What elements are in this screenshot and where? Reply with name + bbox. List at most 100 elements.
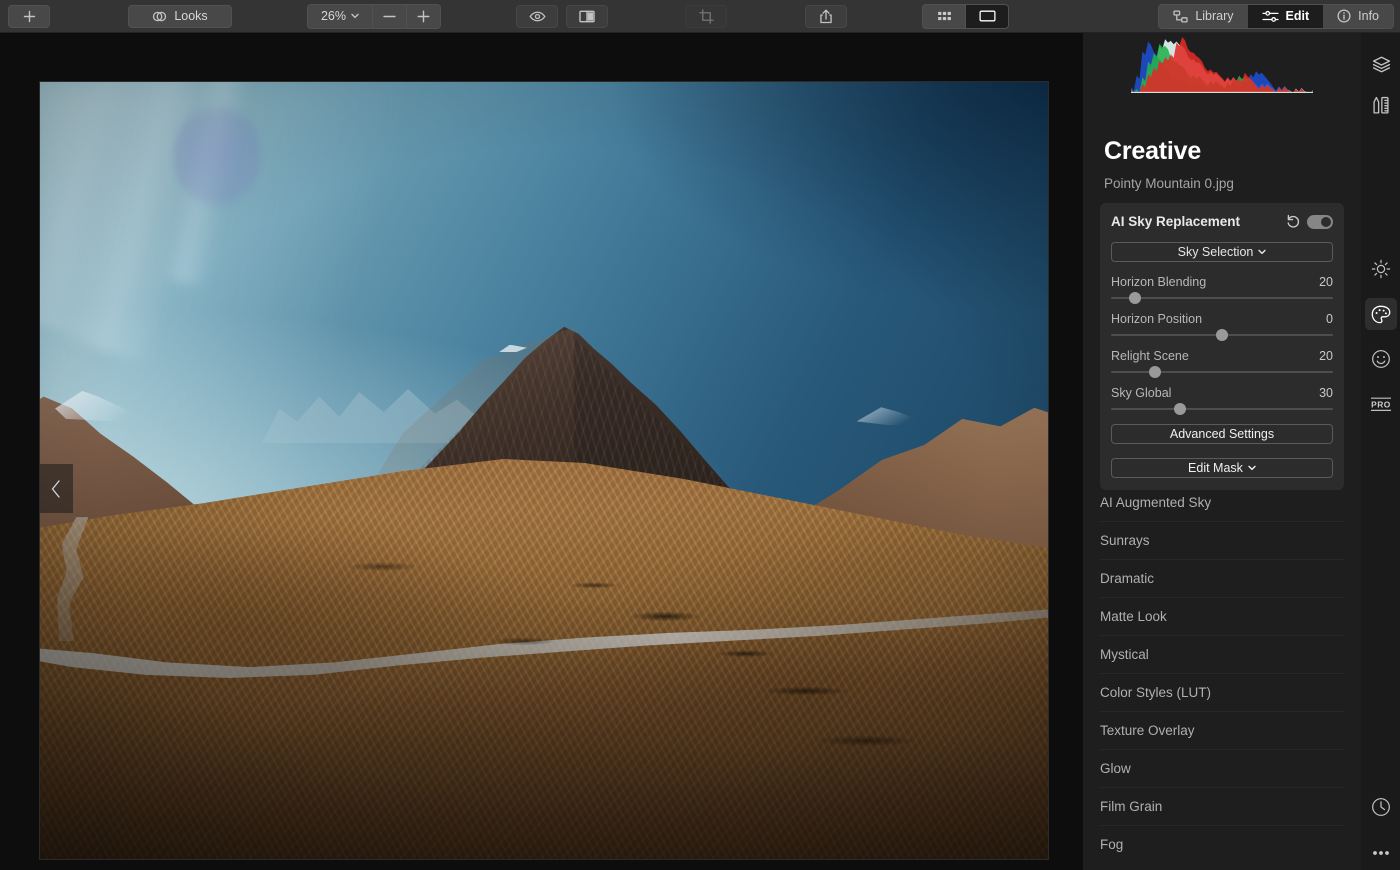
- slider-horizon-blending: Horizon Blending 20: [1111, 275, 1333, 304]
- slider-thumb[interactable]: [1216, 329, 1228, 341]
- rail-item-tools[interactable]: [1365, 89, 1397, 121]
- lens-flare-orb: [173, 102, 262, 211]
- chevron-down-icon: [351, 13, 359, 19]
- tools-icon: [1372, 96, 1390, 115]
- zoom-level-dropdown[interactable]: 26%: [308, 5, 372, 28]
- list-item[interactable]: Film Grain: [1100, 787, 1344, 825]
- list-item[interactable]: Fog: [1100, 825, 1344, 863]
- history-icon: [1371, 797, 1391, 817]
- sky-selection-dropdown[interactable]: Sky Selection: [1111, 242, 1333, 262]
- eye-icon: [529, 11, 546, 22]
- share-button[interactable]: [805, 4, 847, 28]
- list-item-label: Sunrays: [1100, 533, 1150, 548]
- list-item[interactable]: AI Augmented Sky: [1100, 483, 1344, 521]
- tab-edit-label: Edit: [1285, 9, 1310, 23]
- tab-library-label: Library: [1195, 9, 1234, 23]
- histogram-chart: [1131, 37, 1313, 93]
- slider-value: 30: [1319, 386, 1333, 400]
- slider-thumb[interactable]: [1173, 403, 1186, 415]
- sky-selection-label: Sky Selection: [1177, 245, 1254, 259]
- minus-icon: [383, 15, 396, 18]
- looks-label: Looks: [174, 9, 208, 23]
- info-circle-icon: [1337, 9, 1351, 23]
- list-item[interactable]: Glow: [1100, 749, 1344, 787]
- histogram[interactable]: [1131, 37, 1313, 93]
- rail-item-essentials[interactable]: [1365, 253, 1397, 285]
- plus-icon: [417, 10, 430, 23]
- grid-view-button[interactable]: [923, 5, 965, 28]
- advanced-settings-button[interactable]: Advanced Settings: [1111, 424, 1333, 444]
- list-item[interactable]: Texture Overlay: [1100, 711, 1344, 749]
- tab-library[interactable]: Library: [1159, 4, 1248, 28]
- tab-info[interactable]: Info: [1323, 4, 1393, 28]
- list-item[interactable]: Color Styles (LUT): [1100, 673, 1344, 711]
- list-item[interactable]: Matte Look: [1100, 597, 1344, 635]
- slider-label: Horizon Position: [1111, 312, 1203, 326]
- ai-sky-replacement-module: AI Sky Replacement Sky Selection Horizon…: [1100, 203, 1344, 490]
- slider-value: 20: [1319, 275, 1333, 289]
- rail-item-portrait[interactable]: [1365, 343, 1397, 375]
- slider-thumb[interactable]: [1149, 366, 1162, 378]
- chevron-down-icon: [1258, 249, 1267, 255]
- single-view-icon: [978, 10, 996, 22]
- slider-track[interactable]: [1111, 366, 1333, 378]
- chevron-left-icon: [50, 479, 63, 499]
- chevron-down-icon: [1248, 465, 1256, 471]
- svg-text:PRO: PRO: [1371, 399, 1391, 409]
- edit-side-panel: Creative Pointy Mountain 0.jpg AI Sky Re…: [1083, 33, 1361, 870]
- compare-button[interactable]: [566, 4, 608, 28]
- photo-preview[interactable]: [40, 82, 1048, 859]
- list-item[interactable]: Dramatic: [1100, 559, 1344, 597]
- portrait-icon: [1371, 349, 1391, 369]
- list-item-label: Mystical: [1100, 647, 1149, 662]
- crop-button[interactable]: [685, 4, 727, 28]
- slider-relight-scene: Relight Scene 20: [1111, 349, 1333, 378]
- more-icon: [1371, 850, 1391, 856]
- slider-thumb[interactable]: [1129, 292, 1142, 304]
- list-item-label: Dramatic: [1100, 571, 1155, 586]
- workspace-mode-tabs: Library Edit Info: [1158, 3, 1394, 29]
- rail-item-layers[interactable]: [1365, 48, 1397, 80]
- list-item[interactable]: Mystical: [1100, 635, 1344, 673]
- list-item-label: Film Grain: [1100, 799, 1163, 814]
- looks-button[interactable]: Looks: [128, 4, 232, 28]
- essentials-icon: [1371, 259, 1391, 279]
- looks-venn-icon: [152, 9, 167, 24]
- zoom-out-button[interactable]: [373, 5, 406, 28]
- rail-item-professional[interactable]: PRO: [1365, 388, 1397, 420]
- rail-item-history[interactable]: [1365, 791, 1397, 823]
- previous-image-button[interactable]: [40, 464, 73, 513]
- rail-item-creative[interactable]: [1365, 298, 1397, 330]
- advanced-settings-label: Advanced Settings: [1169, 427, 1275, 441]
- module-title: AI Sky Replacement: [1111, 214, 1241, 229]
- top-toolbar: Looks 26% Library Edit Info: [0, 0, 1400, 33]
- list-item-label: Color Styles (LUT): [1100, 685, 1212, 700]
- zoom-level-value: 26%: [320, 9, 347, 23]
- reset-undo-icon[interactable]: [1285, 213, 1303, 231]
- slider-sky-global: Sky Global 30: [1111, 386, 1333, 415]
- slider-track[interactable]: [1111, 292, 1333, 304]
- preview-toggle-button[interactable]: [516, 4, 558, 28]
- slider-value: 0: [1326, 312, 1333, 326]
- slider-track[interactable]: [1111, 329, 1333, 341]
- page-title: Creative: [1104, 137, 1202, 165]
- plus-icon: [23, 10, 36, 23]
- tab-info-label: Info: [1358, 9, 1379, 23]
- add-button[interactable]: [8, 4, 50, 28]
- app-window: Looks 26% Library Edit Info Creative Poi…: [0, 0, 1400, 870]
- zoom-in-button[interactable]: [407, 5, 440, 28]
- list-item-label: Texture Overlay: [1100, 723, 1195, 738]
- slider-track[interactable]: [1111, 403, 1333, 415]
- tab-edit[interactable]: Edit: [1247, 4, 1324, 28]
- single-view-button[interactable]: [966, 4, 1008, 28]
- edit-mask-button[interactable]: Edit Mask: [1111, 458, 1333, 478]
- editor-canvas[interactable]: [0, 33, 1083, 870]
- sliders-icon: [1261, 10, 1279, 23]
- slider-label: Horizon Blending: [1111, 275, 1207, 289]
- module-enable-toggle[interactable]: [1307, 214, 1333, 229]
- workspace-rail: PRO: [1361, 33, 1400, 870]
- view-mode-group: [922, 3, 1009, 29]
- rail-item-more[interactable]: [1365, 837, 1397, 869]
- list-item[interactable]: Sunrays: [1100, 521, 1344, 559]
- split-compare-icon: [579, 10, 595, 23]
